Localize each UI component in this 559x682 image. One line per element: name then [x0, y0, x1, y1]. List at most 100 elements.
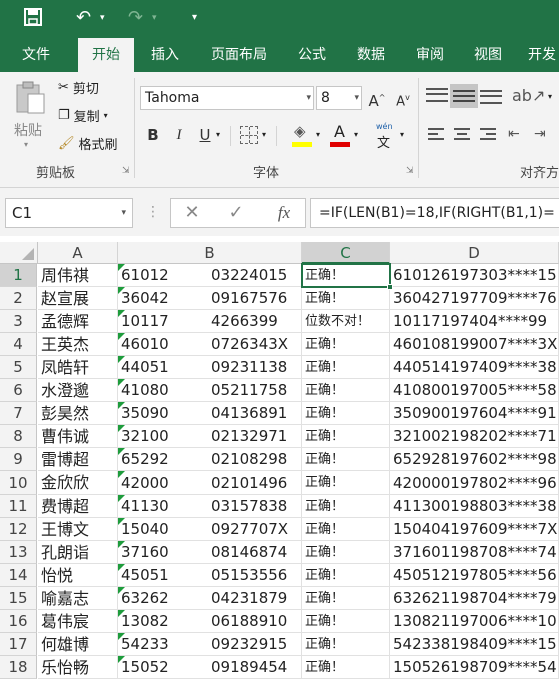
- resize-handle-icon[interactable]: ⋮: [146, 204, 160, 220]
- phonetic-button[interactable]: wén 文: [372, 122, 400, 151]
- cell-masked-id[interactable]: 10117197404****99: [390, 310, 559, 333]
- cell-id-left[interactable]: 45051: [118, 564, 208, 587]
- tab-file[interactable]: 文件: [10, 38, 62, 72]
- name-box[interactable]: C1 ▾: [5, 198, 133, 228]
- cell-check-result[interactable]: 位数不对！: [302, 310, 390, 333]
- paste-button[interactable]: 粘贴 ▾: [10, 78, 50, 150]
- cell-id-left[interactable]: 15052: [118, 656, 208, 679]
- cell-id-right[interactable]: 09167576: [208, 287, 302, 310]
- row-header[interactable]: 11: [0, 495, 37, 518]
- cell-name[interactable]: 曹伟诚: [38, 425, 118, 448]
- cell-check-result[interactable]: 正确！: [302, 471, 390, 495]
- column-header-c[interactable]: C: [302, 242, 390, 264]
- cell-id-left[interactable]: 41080: [118, 379, 208, 402]
- row-header[interactable]: 13: [0, 541, 37, 564]
- column-header-d[interactable]: D: [390, 242, 559, 264]
- cell-id-right[interactable]: 02101496: [208, 471, 302, 495]
- cell-check-result[interactable]: 正确！: [302, 425, 390, 448]
- cell-id-right[interactable]: 09189454: [208, 656, 302, 679]
- row-header[interactable]: 18: [0, 656, 37, 679]
- row-header[interactable]: 12: [0, 518, 37, 541]
- cell-check-result[interactable]: 正确！: [302, 541, 390, 564]
- row-header[interactable]: 5: [0, 356, 37, 379]
- cell-name[interactable]: 怡悦: [38, 564, 118, 587]
- cell-masked-id[interactable]: 440514197409****38: [390, 356, 559, 379]
- cell-masked-id[interactable]: 150526198709****54: [390, 656, 559, 679]
- cell-check-result[interactable]: 正确！: [302, 656, 390, 679]
- font-size-combo[interactable]: 8 ▾: [316, 86, 362, 110]
- font-name-combo[interactable]: Tahoma ▾: [140, 86, 314, 110]
- align-top-icon[interactable]: [426, 88, 448, 102]
- format-painter-button[interactable]: 🖌 格式刷: [58, 134, 118, 153]
- borders-icon[interactable]: [240, 126, 258, 144]
- cell-masked-id[interactable]: 410800197005****58: [390, 379, 559, 402]
- cell-id-left[interactable]: 13082: [118, 610, 208, 633]
- tab-formulas[interactable]: 公式: [287, 38, 337, 72]
- cell-name[interactable]: 凤皓轩: [38, 356, 118, 379]
- align-center-icon[interactable]: [454, 128, 470, 140]
- shrink-font-button[interactable]: Av: [392, 87, 414, 109]
- tab-home[interactable]: 开始: [78, 38, 134, 73]
- cell-masked-id[interactable]: 632621198704****79: [390, 587, 559, 610]
- cell-check-result[interactable]: 正确！: [302, 448, 390, 471]
- cell-check-result[interactable]: 正确！: [302, 356, 390, 379]
- cell-id-left[interactable]: 36042: [118, 287, 208, 310]
- cell-name[interactable]: 水澄邈: [38, 379, 118, 402]
- enter-icon[interactable]: ✓: [222, 198, 250, 228]
- cell-id-left[interactable]: 32100: [118, 425, 208, 448]
- font-launcher-icon[interactable]: ⇲: [406, 166, 414, 176]
- cell-id-right[interactable]: 06188910: [208, 610, 302, 633]
- cell-check-result[interactable]: 正确！: [302, 495, 390, 518]
- orientation-icon[interactable]: ab↗: [512, 86, 545, 105]
- fill-handle[interactable]: [387, 284, 393, 290]
- undo-icon[interactable]: ↶: [76, 8, 91, 28]
- italic-button[interactable]: I: [168, 124, 190, 146]
- cell-masked-id[interactable]: 420000197802****96: [390, 471, 559, 495]
- insert-function-icon[interactable]: fx: [270, 198, 298, 228]
- cell-id-left[interactable]: 46010: [118, 333, 208, 356]
- cell-masked-id[interactable]: 460108199007****3X: [390, 333, 559, 356]
- row-header[interactable]: 2: [0, 287, 37, 310]
- formula-input[interactable]: =IF(LEN(B1)=18,IF(RIGHT(B1,1)=: [310, 198, 559, 228]
- cell-name[interactable]: 葛伟宸: [38, 610, 118, 633]
- cell-id-right[interactable]: 02132971: [208, 425, 302, 448]
- cell-name[interactable]: 王英杰: [38, 333, 118, 356]
- cell-masked-id[interactable]: 652928197602****98: [390, 448, 559, 471]
- fill-color-dropdown-icon[interactable]: ▾: [316, 130, 320, 139]
- customize-icon[interactable]: ▾: [192, 8, 197, 28]
- cell-name[interactable]: 周伟祺: [38, 264, 118, 287]
- row-header[interactable]: 14: [0, 564, 37, 587]
- cell-check-result[interactable]: 正确！: [302, 518, 390, 541]
- cell-id-left[interactable]: 44051: [118, 356, 208, 379]
- cell-check-result[interactable]: 正确！: [302, 379, 390, 402]
- column-header-a[interactable]: A: [38, 242, 118, 264]
- cell-id-right[interactable]: 4266399: [208, 310, 302, 333]
- cell-id-right[interactable]: 02108298: [208, 448, 302, 471]
- cell-id-left[interactable]: 54233: [118, 633, 208, 656]
- increase-indent-icon[interactable]: ⇥: [534, 126, 546, 142]
- cell-check-result[interactable]: 正确！: [302, 333, 390, 356]
- align-bottom-icon[interactable]: [480, 90, 502, 104]
- cell-check-result[interactable]: 正确！: [302, 564, 390, 587]
- cell-masked-id[interactable]: 450512197805****56: [390, 564, 559, 587]
- cell-check-result[interactable]: 正确！: [302, 587, 390, 610]
- row-header[interactable]: 15: [0, 587, 37, 610]
- phonetic-dropdown-icon[interactable]: ▾: [400, 130, 404, 139]
- cell-id-left[interactable]: 61012: [118, 264, 208, 287]
- cell-masked-id[interactable]: 371601198708****74: [390, 541, 559, 564]
- clipboard-launcher-icon[interactable]: ⇲: [122, 166, 130, 176]
- underline-button[interactable]: U: [194, 124, 216, 146]
- cell-name[interactable]: 费博超: [38, 495, 118, 518]
- align-right-icon[interactable]: [480, 128, 496, 140]
- cell-name[interactable]: 雷博超: [38, 448, 118, 471]
- cell-check-result[interactable]: 正确！: [302, 287, 390, 310]
- underline-dropdown-icon[interactable]: ▾: [216, 130, 220, 139]
- cell-id-right[interactable]: 03224015: [208, 264, 302, 287]
- bold-button[interactable]: B: [142, 124, 164, 146]
- cell-id-right[interactable]: 08146874: [208, 541, 302, 564]
- redo-dropdown-icon[interactable]: ▾: [152, 8, 157, 28]
- save-icon[interactable]: [24, 8, 42, 31]
- copy-button[interactable]: ❐ 复制 ▾: [58, 106, 108, 125]
- tab-page-layout[interactable]: 页面布局: [198, 38, 280, 72]
- redo-icon[interactable]: ↷: [128, 8, 143, 28]
